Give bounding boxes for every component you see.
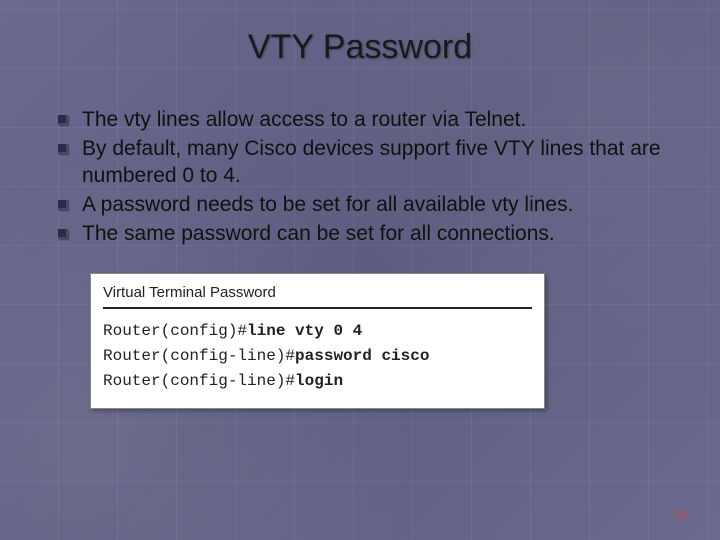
terminal-line: Router(config-line)#login <box>103 369 532 394</box>
cli-command: login <box>295 372 343 390</box>
terminal-heading: Virtual Terminal Password <box>103 284 532 301</box>
cli-command: line vty 0 4 <box>247 322 362 340</box>
cli-prompt: Router(config-line)# <box>103 372 295 390</box>
terminal-divider <box>103 307 532 309</box>
bullet-item: The vty lines allow access to a router v… <box>58 107 670 134</box>
terminal-panel: Virtual Terminal Password Router(config)… <box>90 273 545 408</box>
bullet-item: By default, many Cisco devices support f… <box>58 136 670 190</box>
cli-prompt: Router(config-line)# <box>103 347 295 365</box>
bullet-item: A password needs to be set for all avail… <box>58 192 670 219</box>
terminal-line: Router(config)#line vty 0 4 <box>103 319 532 344</box>
slide-container: VTY Password The vty lines allow access … <box>0 0 720 540</box>
bullet-list: The vty lines allow access to a router v… <box>58 107 670 247</box>
cli-prompt: Router(config)# <box>103 322 247 340</box>
page-number: 33 <box>673 508 686 522</box>
terminal-line: Router(config-line)#password cisco <box>103 344 532 369</box>
bullet-item: The same password can be set for all con… <box>58 221 670 248</box>
cli-command: password cisco <box>295 347 429 365</box>
slide-title: VTY Password <box>50 28 670 67</box>
